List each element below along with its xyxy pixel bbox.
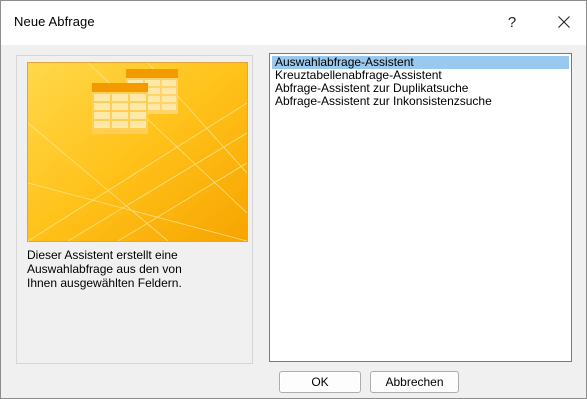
- illustration-graphic: [28, 63, 247, 241]
- window-title: Neue Abfrage: [14, 14, 95, 29]
- close-button[interactable]: [547, 7, 581, 37]
- list-item-inkonsistenzsuche[interactable]: Abfrage-Assistent zur Inkonsistenzsuche: [272, 95, 569, 108]
- wizard-description: Dieser Assistent erstellt eine Auswahlab…: [27, 248, 182, 290]
- help-button[interactable]: ?: [497, 7, 527, 37]
- new-query-dialog: Neue Abfrage ? Dieser Assistent erstellt…: [0, 0, 587, 399]
- ok-button[interactable]: OK: [279, 371, 361, 393]
- wizard-preview-panel: Dieser Assistent erstellt eine Auswahlab…: [16, 55, 253, 364]
- close-icon: [558, 16, 570, 28]
- title-bar: Neue Abfrage ?: [1, 1, 586, 45]
- front-table-shape: [92, 83, 148, 134]
- cancel-button[interactable]: Abbrechen: [370, 371, 459, 393]
- help-icon: ?: [507, 13, 517, 31]
- wizard-list[interactable]: Auswahlabfrage-Assistent Kreuztabellenab…: [269, 53, 572, 362]
- dialog-content: Dieser Assistent erstellt eine Auswahlab…: [1, 45, 586, 398]
- query-wizard-illustration: [27, 62, 248, 242]
